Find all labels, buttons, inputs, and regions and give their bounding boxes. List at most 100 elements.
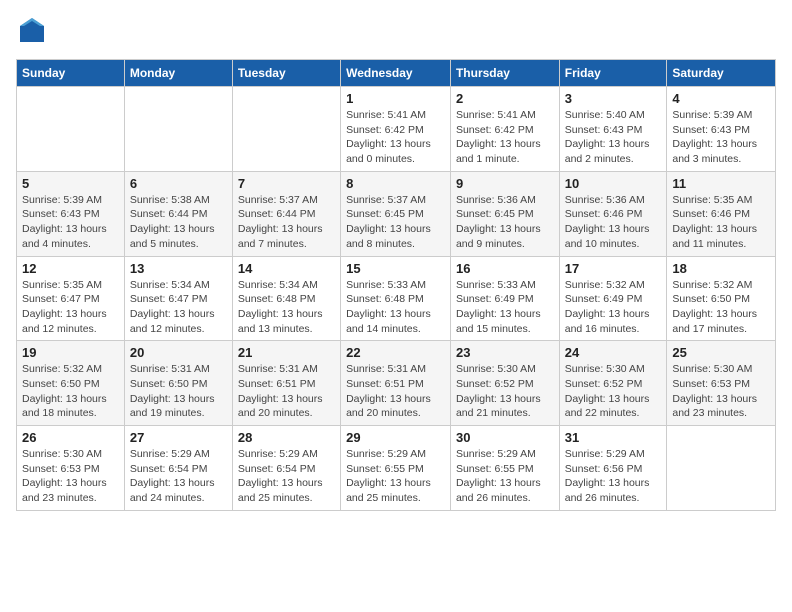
day-info: Sunrise: 5:32 AMSunset: 6:50 PMDaylight:… xyxy=(22,362,119,421)
calendar-cell: 29 Sunrise: 5:29 AMSunset: 6:55 PMDayligh… xyxy=(341,426,451,511)
calendar-cell: 10 Sunrise: 5:36 AMSunset: 6:46 PMDayligh… xyxy=(559,171,667,256)
calendar-cell: 14Sunrise: 5:34 AMSunset: 6:48 PMDayligh… xyxy=(232,256,340,341)
day-info: Sunrise: 5:29 AMSunset: 6:54 PMDaylight:… xyxy=(130,447,227,506)
day-info: Sunrise: 5:38 AMSunset: 6:44 PMDaylight:… xyxy=(130,193,227,252)
calendar-cell: 12Sunrise: 5:35 AMSunset: 6:47 PMDayligh… xyxy=(17,256,125,341)
day-info: Sunrise: 5:36 AMSunset: 6:46 PMDaylight:… xyxy=(565,193,662,252)
day-info: Sunrise: 5:34 AMSunset: 6:47 PMDaylight:… xyxy=(130,278,227,337)
calendar-cell: 28 Sunrise: 5:29 AMSunset: 6:54 PMDayligh… xyxy=(232,426,340,511)
calendar-cell: 25 Sunrise: 5:30 AMSunset: 6:53 PMDayligh… xyxy=(667,341,776,426)
day-info: Sunrise: 5:30 AMSunset: 6:52 PMDaylight:… xyxy=(456,362,554,421)
day-number: 31 xyxy=(565,430,662,445)
weekday-header-saturday: Saturday xyxy=(667,60,776,87)
day-info: Sunrise: 5:33 AMSunset: 6:48 PMDaylight:… xyxy=(346,278,445,337)
day-number: 7 xyxy=(238,176,335,191)
day-info: Sunrise: 5:29 AMSunset: 6:55 PMDaylight:… xyxy=(346,447,445,506)
day-number: 23 xyxy=(456,345,554,360)
day-number: 24 xyxy=(565,345,662,360)
weekday-header-row: SundayMondayTuesdayWednesdayThursdayFrid… xyxy=(17,60,776,87)
calendar-cell: 24 Sunrise: 5:30 AMSunset: 6:52 PMDayligh… xyxy=(559,341,667,426)
day-number: 22 xyxy=(346,345,445,360)
calendar-cell: 23 Sunrise: 5:30 AMSunset: 6:52 PMDayligh… xyxy=(450,341,559,426)
day-number: 5 xyxy=(22,176,119,191)
calendar-cell xyxy=(232,87,340,172)
day-info: Sunrise: 5:34 AMSunset: 6:48 PMDaylight:… xyxy=(238,278,335,337)
day-info: Sunrise: 5:31 AMSunset: 6:51 PMDaylight:… xyxy=(346,362,445,421)
page-header xyxy=(16,16,776,49)
day-info: Sunrise: 5:29 AMSunset: 6:56 PMDaylight:… xyxy=(565,447,662,506)
day-number: 17 xyxy=(565,261,662,276)
day-number: 11 xyxy=(672,176,770,191)
calendar-cell: 27 Sunrise: 5:29 AMSunset: 6:54 PMDayligh… xyxy=(124,426,232,511)
calendar-cell: 6 Sunrise: 5:38 AMSunset: 6:44 PMDaylight… xyxy=(124,171,232,256)
day-info: Sunrise: 5:31 AMSunset: 6:50 PMDaylight:… xyxy=(130,362,227,421)
logo-icon xyxy=(18,16,46,44)
day-info: Sunrise: 5:39 AMSunset: 6:43 PMDaylight:… xyxy=(22,193,119,252)
week-row-2: 5 Sunrise: 5:39 AMSunset: 6:43 PMDaylight… xyxy=(17,171,776,256)
day-number: 15 xyxy=(346,261,445,276)
weekday-header-thursday: Thursday xyxy=(450,60,559,87)
calendar-cell: 2 Sunrise: 5:41 AMSunset: 6:42 PMDaylight… xyxy=(450,87,559,172)
calendar-cell: 11 Sunrise: 5:35 AMSunset: 6:46 PMDayligh… xyxy=(667,171,776,256)
calendar-cell xyxy=(667,426,776,511)
day-info: Sunrise: 5:37 AMSunset: 6:44 PMDaylight:… xyxy=(238,193,335,252)
calendar-cell: 17Sunrise: 5:32 AMSunset: 6:49 PMDayligh… xyxy=(559,256,667,341)
calendar-cell: 7 Sunrise: 5:37 AMSunset: 6:44 PMDaylight… xyxy=(232,171,340,256)
calendar-cell: 30Sunrise: 5:29 AMSunset: 6:55 PMDayligh… xyxy=(450,426,559,511)
day-info: Sunrise: 5:31 AMSunset: 6:51 PMDaylight:… xyxy=(238,362,335,421)
weekday-header-wednesday: Wednesday xyxy=(341,60,451,87)
calendar-cell: 31 Sunrise: 5:29 AMSunset: 6:56 PMDayligh… xyxy=(559,426,667,511)
day-number: 12 xyxy=(22,261,119,276)
calendar-cell: 8 Sunrise: 5:37 AMSunset: 6:45 PMDaylight… xyxy=(341,171,451,256)
weekday-header-friday: Friday xyxy=(559,60,667,87)
calendar-cell: 4 Sunrise: 5:39 AMSunset: 6:43 PMDaylight… xyxy=(667,87,776,172)
calendar-cell: 20 Sunrise: 5:31 AMSunset: 6:50 PMDayligh… xyxy=(124,341,232,426)
day-info: Sunrise: 5:35 AMSunset: 6:46 PMDaylight:… xyxy=(672,193,770,252)
day-info: Sunrise: 5:39 AMSunset: 6:43 PMDaylight:… xyxy=(672,108,770,167)
calendar-cell: 19 Sunrise: 5:32 AMSunset: 6:50 PMDayligh… xyxy=(17,341,125,426)
week-row-3: 12Sunrise: 5:35 AMSunset: 6:47 PMDayligh… xyxy=(17,256,776,341)
calendar-cell: 21 Sunrise: 5:31 AMSunset: 6:51 PMDayligh… xyxy=(232,341,340,426)
day-number: 4 xyxy=(672,91,770,106)
day-number: 16 xyxy=(456,261,554,276)
weekday-header-sunday: Sunday xyxy=(17,60,125,87)
week-row-4: 19 Sunrise: 5:32 AMSunset: 6:50 PMDayligh… xyxy=(17,341,776,426)
calendar-cell: 18Sunrise: 5:32 AMSunset: 6:50 PMDayligh… xyxy=(667,256,776,341)
calendar-cell: 9 Sunrise: 5:36 AMSunset: 6:45 PMDaylight… xyxy=(450,171,559,256)
day-number: 8 xyxy=(346,176,445,191)
calendar-table: SundayMondayTuesdayWednesdayThursdayFrid… xyxy=(16,59,776,511)
day-number: 2 xyxy=(456,91,554,106)
day-info: Sunrise: 5:41 AMSunset: 6:42 PMDaylight:… xyxy=(346,108,445,167)
day-number: 25 xyxy=(672,345,770,360)
calendar-cell: 16 Sunrise: 5:33 AMSunset: 6:49 PMDayligh… xyxy=(450,256,559,341)
day-info: Sunrise: 5:30 AMSunset: 6:52 PMDaylight:… xyxy=(565,362,662,421)
day-number: 9 xyxy=(456,176,554,191)
day-info: Sunrise: 5:29 AMSunset: 6:54 PMDaylight:… xyxy=(238,447,335,506)
logo xyxy=(16,16,46,49)
week-row-5: 26Sunrise: 5:30 AMSunset: 6:53 PMDayligh… xyxy=(17,426,776,511)
day-info: Sunrise: 5:36 AMSunset: 6:45 PMDaylight:… xyxy=(456,193,554,252)
day-info: Sunrise: 5:40 AMSunset: 6:43 PMDaylight:… xyxy=(565,108,662,167)
day-number: 29 xyxy=(346,430,445,445)
calendar-cell xyxy=(17,87,125,172)
day-info: Sunrise: 5:32 AMSunset: 6:50 PMDaylight:… xyxy=(672,278,770,337)
calendar-cell: 15 Sunrise: 5:33 AMSunset: 6:48 PMDayligh… xyxy=(341,256,451,341)
day-number: 28 xyxy=(238,430,335,445)
calendar-cell xyxy=(124,87,232,172)
day-number: 27 xyxy=(130,430,227,445)
day-info: Sunrise: 5:37 AMSunset: 6:45 PMDaylight:… xyxy=(346,193,445,252)
weekday-header-tuesday: Tuesday xyxy=(232,60,340,87)
day-number: 21 xyxy=(238,345,335,360)
day-number: 20 xyxy=(130,345,227,360)
day-number: 3 xyxy=(565,91,662,106)
day-number: 30 xyxy=(456,430,554,445)
day-number: 19 xyxy=(22,345,119,360)
day-info: Sunrise: 5:30 AMSunset: 6:53 PMDaylight:… xyxy=(672,362,770,421)
day-number: 10 xyxy=(565,176,662,191)
day-info: Sunrise: 5:41 AMSunset: 6:42 PMDaylight:… xyxy=(456,108,554,167)
day-number: 6 xyxy=(130,176,227,191)
calendar-cell: 13Sunrise: 5:34 AMSunset: 6:47 PMDayligh… xyxy=(124,256,232,341)
calendar-cell: 5 Sunrise: 5:39 AMSunset: 6:43 PMDaylight… xyxy=(17,171,125,256)
week-row-1: 1Sunrise: 5:41 AMSunset: 6:42 PMDaylight… xyxy=(17,87,776,172)
day-info: Sunrise: 5:33 AMSunset: 6:49 PMDaylight:… xyxy=(456,278,554,337)
